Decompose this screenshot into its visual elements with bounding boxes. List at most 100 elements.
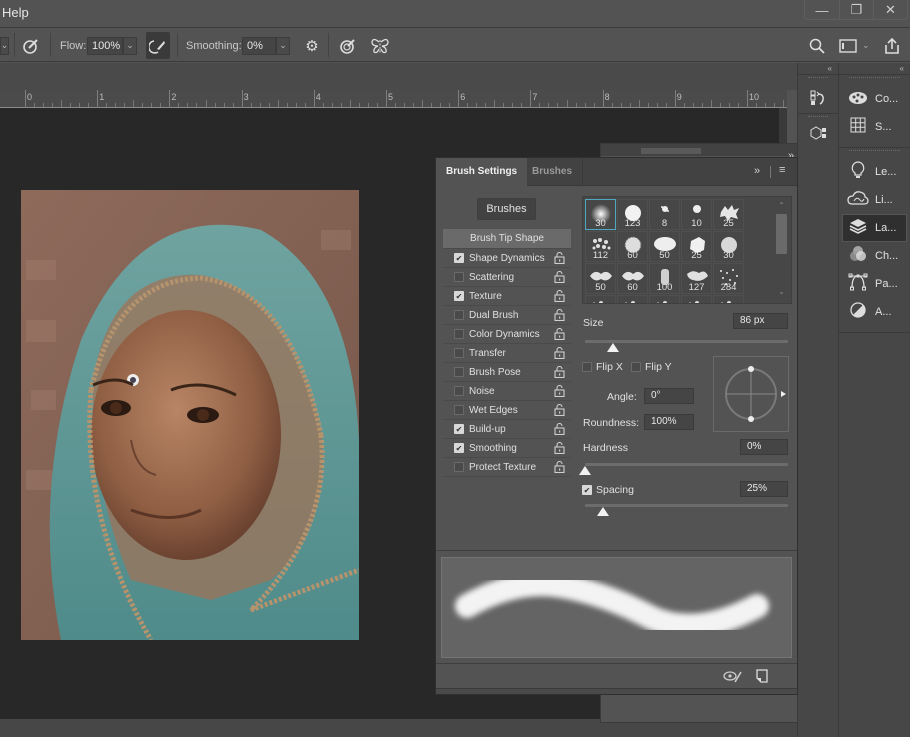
roundness-input[interactable]: 100% — [644, 414, 694, 430]
lock-icon[interactable] — [554, 308, 565, 322]
brush-tip[interactable] — [681, 295, 712, 303]
hardness-slider-thumb[interactable] — [579, 466, 591, 475]
brush-tip[interactable]: 60 — [617, 263, 648, 294]
history-icon[interactable] — [798, 85, 838, 111]
brush-tip[interactable]: 30 — [713, 231, 744, 262]
panel-resize-grip[interactable] — [436, 688, 797, 694]
panel-swatches[interactable]: S... — [839, 113, 910, 141]
smoothing-input[interactable]: 0% — [242, 36, 276, 55]
3d-icon[interactable] — [798, 124, 838, 142]
search-icon[interactable] — [806, 29, 828, 62]
panel-learn[interactable]: Le... — [839, 158, 910, 186]
restore-button[interactable]: ❐ — [839, 0, 873, 20]
option-checkbox[interactable]: ✔ — [454, 424, 464, 434]
option-checkbox[interactable] — [454, 462, 464, 472]
panel-paths[interactable]: Pa... — [839, 270, 910, 298]
panel-libraries[interactable]: Li... — [839, 186, 910, 214]
close-button[interactable]: ✕ — [873, 0, 907, 20]
minimize-button[interactable]: — — [805, 0, 839, 20]
tab-brushes[interactable]: Brushes — [522, 158, 584, 186]
brush-tip[interactable]: 284 — [713, 263, 744, 294]
panel-menu-icon[interactable]: ≡ — [779, 164, 785, 176]
angle-input[interactable]: 0° — [644, 388, 694, 404]
airbrush-icon[interactable] — [146, 32, 170, 59]
option-checkbox[interactable]: ✔ — [454, 253, 464, 263]
brush-tip[interactable]: 25 — [681, 231, 712, 262]
size-slider-thumb[interactable] — [607, 343, 620, 352]
lock-icon[interactable] — [554, 346, 565, 360]
spacing-input[interactable]: 25% — [740, 481, 788, 497]
opacity-dropdown-tail[interactable]: ⌄ — [0, 29, 9, 62]
brush-option-scattering[interactable]: Scattering — [443, 268, 571, 287]
option-checkbox[interactable]: ✔ — [454, 443, 464, 453]
tip-grid-scrollbar[interactable]: ⌃ ⌄ — [776, 201, 787, 301]
lock-icon[interactable] — [554, 270, 565, 284]
brush-tip[interactable]: 123 — [617, 199, 648, 230]
brush-tip[interactable]: 10 — [681, 199, 712, 230]
panel-layers[interactable]: La... — [842, 214, 907, 242]
option-checkbox[interactable]: ✔ — [454, 291, 464, 301]
scroll-down-icon[interactable]: ⌄ — [776, 287, 787, 296]
smoothing-settings-gear-icon[interactable]: ⚙ — [302, 29, 322, 62]
option-checkbox[interactable] — [454, 329, 464, 339]
lock-icon[interactable] — [554, 251, 565, 265]
brush-option-protect-texture[interactable]: Protect Texture — [443, 458, 571, 477]
brush-tip[interactable] — [585, 295, 616, 303]
brush-option-smoothing[interactable]: ✔ Smoothing — [443, 439, 571, 458]
brush-tip[interactable]: 50 — [585, 263, 616, 294]
option-checkbox[interactable] — [454, 310, 464, 320]
brush-option-texture[interactable]: ✔ Texture — [443, 287, 571, 306]
collapse-dock-button[interactable]: « — [798, 63, 838, 75]
lock-icon[interactable] — [554, 403, 565, 417]
panel-channels[interactable]: Ch... — [839, 242, 910, 270]
flow-input[interactable]: 100% — [87, 36, 123, 55]
panel-expand-icon[interactable]: » — [754, 165, 760, 177]
option-checkbox[interactable] — [454, 367, 464, 377]
brushes-button[interactable]: Brushes — [477, 198, 536, 220]
brush-tip[interactable]: 30 — [585, 199, 616, 230]
flip-x-checkbox[interactable] — [582, 362, 592, 372]
brush-tip[interactable] — [649, 295, 680, 303]
brush-option-build-up[interactable]: ✔ Build-up — [443, 420, 571, 439]
tab-brush-settings[interactable]: Brush Settings — [436, 158, 528, 186]
scroll-up-icon[interactable]: ⌃ — [776, 201, 787, 210]
brush-option-color-dynamics[interactable]: Color Dynamics — [443, 325, 571, 344]
collapse-dock-button[interactable]: « — [839, 63, 910, 75]
lock-icon[interactable] — [554, 327, 565, 341]
pressure-size-icon[interactable] — [337, 29, 359, 62]
brush-tip[interactable] — [713, 295, 744, 303]
lock-icon[interactable] — [554, 384, 565, 398]
spacing-slider-track[interactable] — [585, 504, 788, 507]
brush-tip[interactable]: 50 — [649, 231, 680, 262]
size-input[interactable]: 86 px — [733, 313, 788, 329]
lock-icon[interactable] — [554, 441, 565, 455]
brush-tip[interactable]: 112 — [585, 231, 616, 262]
panel-adjustments[interactable]: A... — [839, 298, 910, 326]
flow-dropdown[interactable]: ⌄ — [123, 36, 137, 55]
brush-tip[interactable]: 8 — [649, 199, 680, 230]
option-checkbox[interactable] — [454, 348, 464, 358]
brush-option-wet-edges[interactable]: Wet Edges — [443, 401, 571, 420]
brush-tip[interactable] — [617, 295, 648, 303]
symmetry-butterfly-icon[interactable] — [369, 29, 391, 62]
lock-icon[interactable] — [554, 365, 565, 379]
lock-icon[interactable] — [554, 289, 565, 303]
spacing-checkbox[interactable]: ✔ — [582, 485, 592, 495]
create-new-brush-icon[interactable] — [756, 669, 768, 686]
brush-option-brush-tip-shape[interactable]: Brush Tip Shape — [443, 229, 571, 249]
brush-tip[interactable]: 127 — [681, 263, 712, 294]
spacing-slider-thumb[interactable] — [597, 507, 610, 516]
brush-option-noise[interactable]: Noise — [443, 382, 571, 401]
tip-grid-scroll-thumb[interactable] — [776, 214, 787, 254]
document-image-portrait[interactable] — [21, 190, 359, 640]
lock-icon[interactable] — [554, 422, 565, 436]
brush-tip[interactable]: 100 — [649, 263, 680, 294]
option-checkbox[interactable] — [454, 386, 464, 396]
panel-color[interactable]: Co... — [839, 85, 910, 113]
brush-tip[interactable]: 60 — [617, 231, 648, 262]
pressure-opacity-icon[interactable] — [20, 29, 42, 62]
flip-y-checkbox[interactable] — [631, 362, 641, 372]
option-checkbox[interactable] — [454, 405, 464, 415]
brush-option-shape-dynamics[interactable]: ✔ Shape Dynamics — [443, 249, 571, 268]
angle-roundness-widget[interactable] — [713, 356, 789, 432]
